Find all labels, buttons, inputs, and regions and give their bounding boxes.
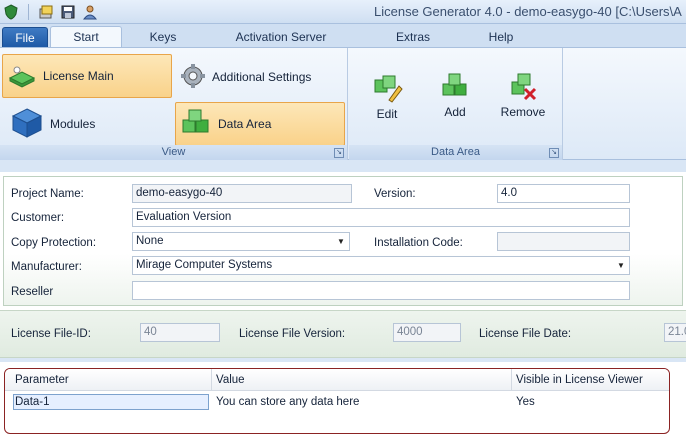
tab-help[interactable]: Help [476, 27, 526, 47]
modules-button[interactable]: Modules [6, 104, 166, 144]
copy-protection-select[interactable]: None ▼ [132, 232, 350, 251]
edit-cube-icon [371, 72, 403, 107]
row-value-cell[interactable]: You can store any data here [216, 396, 359, 408]
project-name-label: Project Name: [11, 188, 84, 200]
remove-button[interactable]: Remove [497, 72, 549, 119]
data-grid: Parameter Value Visible in License Viewe… [4, 368, 670, 434]
tab-extras[interactable]: Extras [384, 27, 442, 47]
grid-header: Parameter Value Visible in License Viewe… [5, 369, 669, 391]
column-divider[interactable] [211, 369, 212, 391]
remove-label: Remove [500, 105, 546, 119]
data-area-cubes-icon [180, 108, 212, 141]
license-main-label: License Main [43, 69, 114, 83]
chevron-down-icon[interactable]: ▼ [333, 233, 349, 250]
license-file-date-label: License File Date: [479, 328, 572, 340]
modules-cube-icon [10, 107, 44, 142]
copy-protection-value: None [136, 235, 164, 247]
tab-file[interactable]: File [2, 27, 48, 47]
view-dialog-launcher[interactable]: ↘ [334, 148, 344, 158]
data-area-dialog-launcher[interactable]: ↘ [549, 148, 559, 158]
disk-icon[interactable] [37, 3, 55, 21]
license-file-id-label: License File-ID: [11, 328, 91, 340]
add-button[interactable]: Add [433, 72, 477, 119]
user-icon[interactable] [81, 3, 99, 21]
customer-label: Customer: [11, 212, 65, 224]
manufacturer-value: Mirage Computer Systems [136, 259, 273, 271]
license-file-id-field[interactable]: 40 [140, 323, 220, 342]
column-divider[interactable] [511, 369, 512, 391]
copy-protection-label: Copy Protection: [11, 237, 97, 249]
additional-settings-button[interactable]: Additional Settings [176, 60, 344, 94]
manufacturer-select[interactable]: Mirage Computer Systems ▼ [132, 256, 630, 275]
ribbon: License Main Additional Settings Modules… [0, 47, 686, 160]
license-main-icon [7, 62, 37, 91]
ribbon-group-view: License Main Additional Settings Modules… [0, 48, 348, 160]
tab-keys[interactable]: Keys [128, 27, 198, 47]
license-file-version-label: License File Version: [239, 328, 346, 340]
row-parameter-cell[interactable]: Data-1 [15, 396, 50, 408]
row-visible-cell[interactable]: Yes [516, 396, 535, 408]
data-area-button[interactable]: Data Area [175, 102, 345, 146]
title-bar: License Generator 4.0 - demo-easygo-40 [… [0, 0, 686, 24]
customer-field[interactable]: Evaluation Version [132, 208, 630, 227]
additional-settings-label: Additional Settings [212, 70, 312, 84]
column-header-parameter[interactable]: Parameter [15, 374, 69, 386]
license-file-version-field[interactable]: 4000 [393, 323, 461, 342]
view-group-label: View [0, 145, 347, 160]
save-icon[interactable] [59, 3, 77, 21]
data-area-group-label: Data Area [349, 145, 562, 160]
add-label: Add [444, 105, 466, 119]
version-label: Version: [374, 188, 416, 200]
edit-button[interactable]: Edit [365, 72, 409, 121]
reseller-field[interactable] [132, 281, 630, 300]
license-main-button[interactable]: License Main [2, 54, 172, 98]
column-header-visible[interactable]: Visible in License Viewer [516, 374, 643, 386]
license-file-date-field[interactable]: 21.0 [664, 323, 686, 342]
ribbon-tabs: File Start Keys Activation Server Extras… [0, 24, 686, 48]
quick-access-toolbar [2, 2, 99, 22]
modules-label: Modules [50, 117, 96, 131]
reseller-label: Reseller [11, 286, 54, 298]
tab-activation-server[interactable]: Activation Server [222, 27, 340, 47]
tab-start[interactable]: Start [50, 26, 122, 48]
installation-code-field[interactable] [497, 232, 630, 251]
manufacturer-label: Manufacturer: [11, 261, 82, 273]
toolbar-separator [28, 4, 29, 20]
ribbon-group-data-area: Edit Add Remove Data Area ↘ [349, 48, 563, 160]
add-cube-icon [440, 72, 470, 105]
project-name-field[interactable]: demo-easygo-40 [132, 184, 352, 203]
column-header-value[interactable]: Value [216, 374, 245, 386]
remove-cube-icon [508, 72, 538, 105]
window-title: License Generator 4.0 - demo-easygo-40 [… [374, 4, 682, 19]
gear-icon [180, 63, 206, 92]
edit-label: Edit [376, 107, 398, 121]
version-field[interactable]: 4.0 [497, 184, 630, 203]
installation-code-label: Installation Code: [374, 237, 463, 249]
chevron-down-icon[interactable]: ▼ [613, 257, 629, 274]
shield-icon[interactable] [2, 3, 20, 21]
data-area-label: Data Area [218, 117, 272, 131]
